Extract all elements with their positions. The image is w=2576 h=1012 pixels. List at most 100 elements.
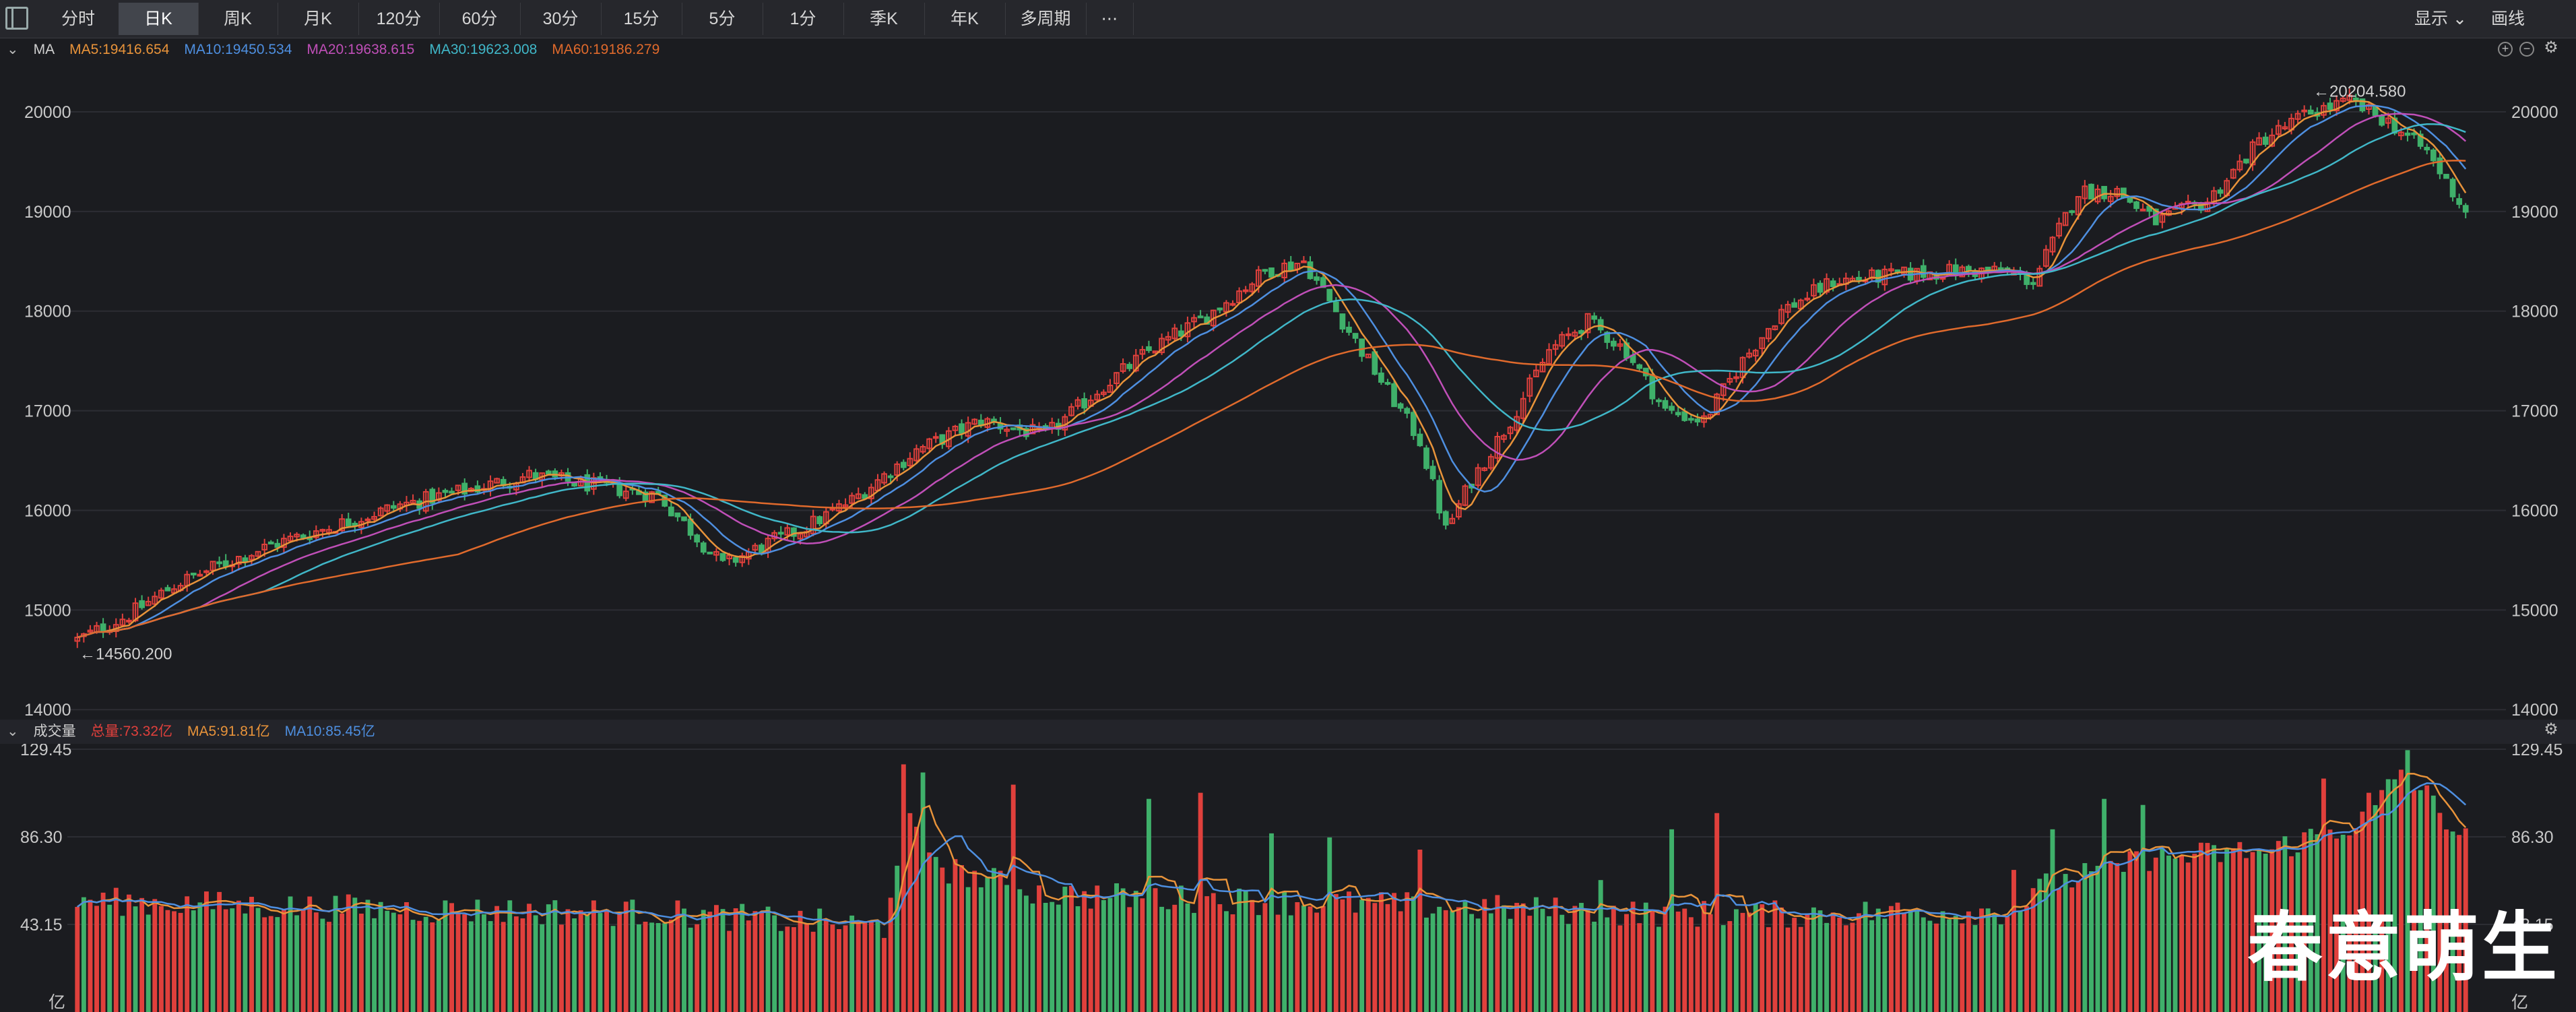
volume-bar — [1405, 892, 1410, 1012]
tab-6[interactable]: 30分 — [520, 3, 602, 35]
volume-bar — [327, 922, 331, 1012]
volume-bar — [1850, 922, 1855, 1012]
volume-bar — [1733, 909, 1739, 1012]
volume-bar — [1082, 891, 1087, 1012]
volume-bar — [617, 913, 622, 1012]
volume-bar — [191, 910, 196, 1012]
volume-chart[interactable]: 129.45 129.4586.30 86.3043.15 43.15亿亿 — [0, 744, 2576, 1012]
volume-bar — [1475, 918, 1481, 1012]
tab-1[interactable]: 日K — [119, 3, 199, 35]
volume-bar — [100, 892, 106, 1012]
volume-bar — [843, 925, 848, 1012]
volume-bar — [1237, 888, 1242, 1012]
volume-bar — [1772, 900, 1778, 1012]
tab-7[interactable]: 15分 — [601, 3, 682, 35]
volume-bar — [2134, 851, 2139, 1012]
volume-bar — [978, 887, 984, 1012]
tab-10[interactable]: 季K — [843, 3, 925, 35]
volume-bar — [540, 924, 545, 1012]
volume-bar — [668, 920, 674, 1012]
y-tick-label-right: 19000 — [2511, 203, 2558, 222]
volume-bar — [1443, 910, 1448, 1012]
volume-bar — [1857, 913, 1861, 1012]
price-chart[interactable]: 20000 20000 19000 19000 18000 18000 17000 17000… — [0, 62, 2576, 720]
volume-bar — [1940, 911, 1945, 1012]
volume-bar — [798, 910, 803, 1012]
volume-bar — [1398, 911, 1403, 1012]
volume-bar — [1430, 913, 1436, 1012]
tab-5[interactable]: 60分 — [439, 3, 521, 35]
tab-3[interactable]: 月K — [278, 3, 359, 35]
tab-2[interactable]: 周K — [198, 3, 278, 35]
volume-bar — [1843, 925, 1848, 1012]
volume-settings-gear-icon[interactable]: ⚙ — [2544, 722, 2558, 738]
tab-0[interactable]: 分时 — [38, 3, 119, 35]
volume-bar — [1688, 917, 1694, 1012]
volume-bar — [1559, 914, 1565, 1012]
y-tick-label-right: 17000 — [2511, 402, 2558, 421]
panel-toggle-icon[interactable] — [5, 7, 28, 30]
volume-bar — [391, 912, 396, 1012]
volume-bar — [1340, 899, 1345, 1012]
volume-bar — [75, 906, 80, 1012]
volume-bar — [2075, 881, 2081, 1012]
tab-8[interactable]: 5分 — [682, 3, 763, 35]
volume-bar — [1572, 906, 1578, 1012]
collapse-icon[interactable]: ⌄ — [7, 42, 19, 57]
tab-13[interactable]: ⋯ — [1086, 3, 1134, 35]
volume-bar — [785, 926, 790, 1012]
volume-bar — [1934, 923, 1939, 1012]
tab-11[interactable]: 年K — [924, 3, 1006, 35]
y-tick-label-left: 17000 — [24, 402, 71, 421]
volume-bar — [1908, 910, 1913, 1012]
volume-bar — [965, 887, 971, 1012]
volume-bar — [927, 852, 932, 1012]
display-menu[interactable]: 显示 ⌄ — [2414, 3, 2467, 35]
volume-bar — [1185, 903, 1190, 1012]
collapse-icon[interactable]: ⌄ — [7, 724, 19, 739]
y-tick-label-right: 20000 — [2511, 103, 2558, 122]
settings-gear-icon[interactable]: ⚙ — [2544, 40, 2558, 57]
volume-bar — [2140, 804, 2146, 1012]
chevron-down-icon: ⌄ — [2452, 9, 2467, 28]
volume-bar — [604, 909, 609, 1012]
volume-bar — [2069, 887, 2075, 1012]
zoom-out-icon[interactable]: − — [2519, 42, 2534, 57]
volume-bar — [346, 894, 351, 1012]
volume-bar — [1159, 906, 1165, 1012]
volume-bar — [1792, 918, 1797, 1012]
volume-bar — [946, 883, 951, 1012]
volume-title: 成交量 — [33, 724, 76, 739]
zoom-in-icon[interactable]: + — [2498, 42, 2513, 57]
volume-bar — [255, 908, 261, 1012]
volume-bar — [94, 906, 99, 1012]
volume-bar — [482, 914, 486, 1012]
volume-bar — [1010, 784, 1016, 1012]
volume-bar — [1695, 926, 1700, 1012]
tab-4[interactable]: 120分 — [358, 3, 440, 35]
ma20-value: MA20:19638.615 — [307, 42, 415, 57]
volume-bar — [333, 895, 338, 1012]
volume-bar — [423, 916, 428, 1012]
candle — [1423, 445, 1429, 471]
volume-bar — [1966, 911, 1971, 1012]
volume-bar — [268, 916, 273, 1012]
volume-bar — [1037, 885, 1041, 1012]
volume-bar — [2153, 857, 2158, 1012]
draw-lines-button[interactable]: 画线 — [2491, 3, 2525, 35]
volume-bar — [1192, 912, 1196, 1012]
y-tick-label-right: 15000 — [2511, 601, 2558, 620]
volume-bar — [914, 827, 919, 1012]
volume-bar — [1075, 906, 1081, 1012]
volume-bar — [2037, 879, 2042, 1012]
volume-bar — [288, 896, 293, 1012]
y-tick-label-right: 16000 — [2511, 501, 2558, 520]
volume-bar — [1650, 909, 1655, 1012]
volume-bar — [475, 899, 480, 1012]
tab-9[interactable]: 1分 — [763, 3, 844, 35]
tab-12[interactable]: 多周期 — [1005, 3, 1087, 35]
volume-bar — [1760, 904, 1765, 1012]
volume-bar — [1798, 926, 1803, 1012]
candle — [719, 552, 726, 562]
volume-bar — [1069, 885, 1074, 1012]
